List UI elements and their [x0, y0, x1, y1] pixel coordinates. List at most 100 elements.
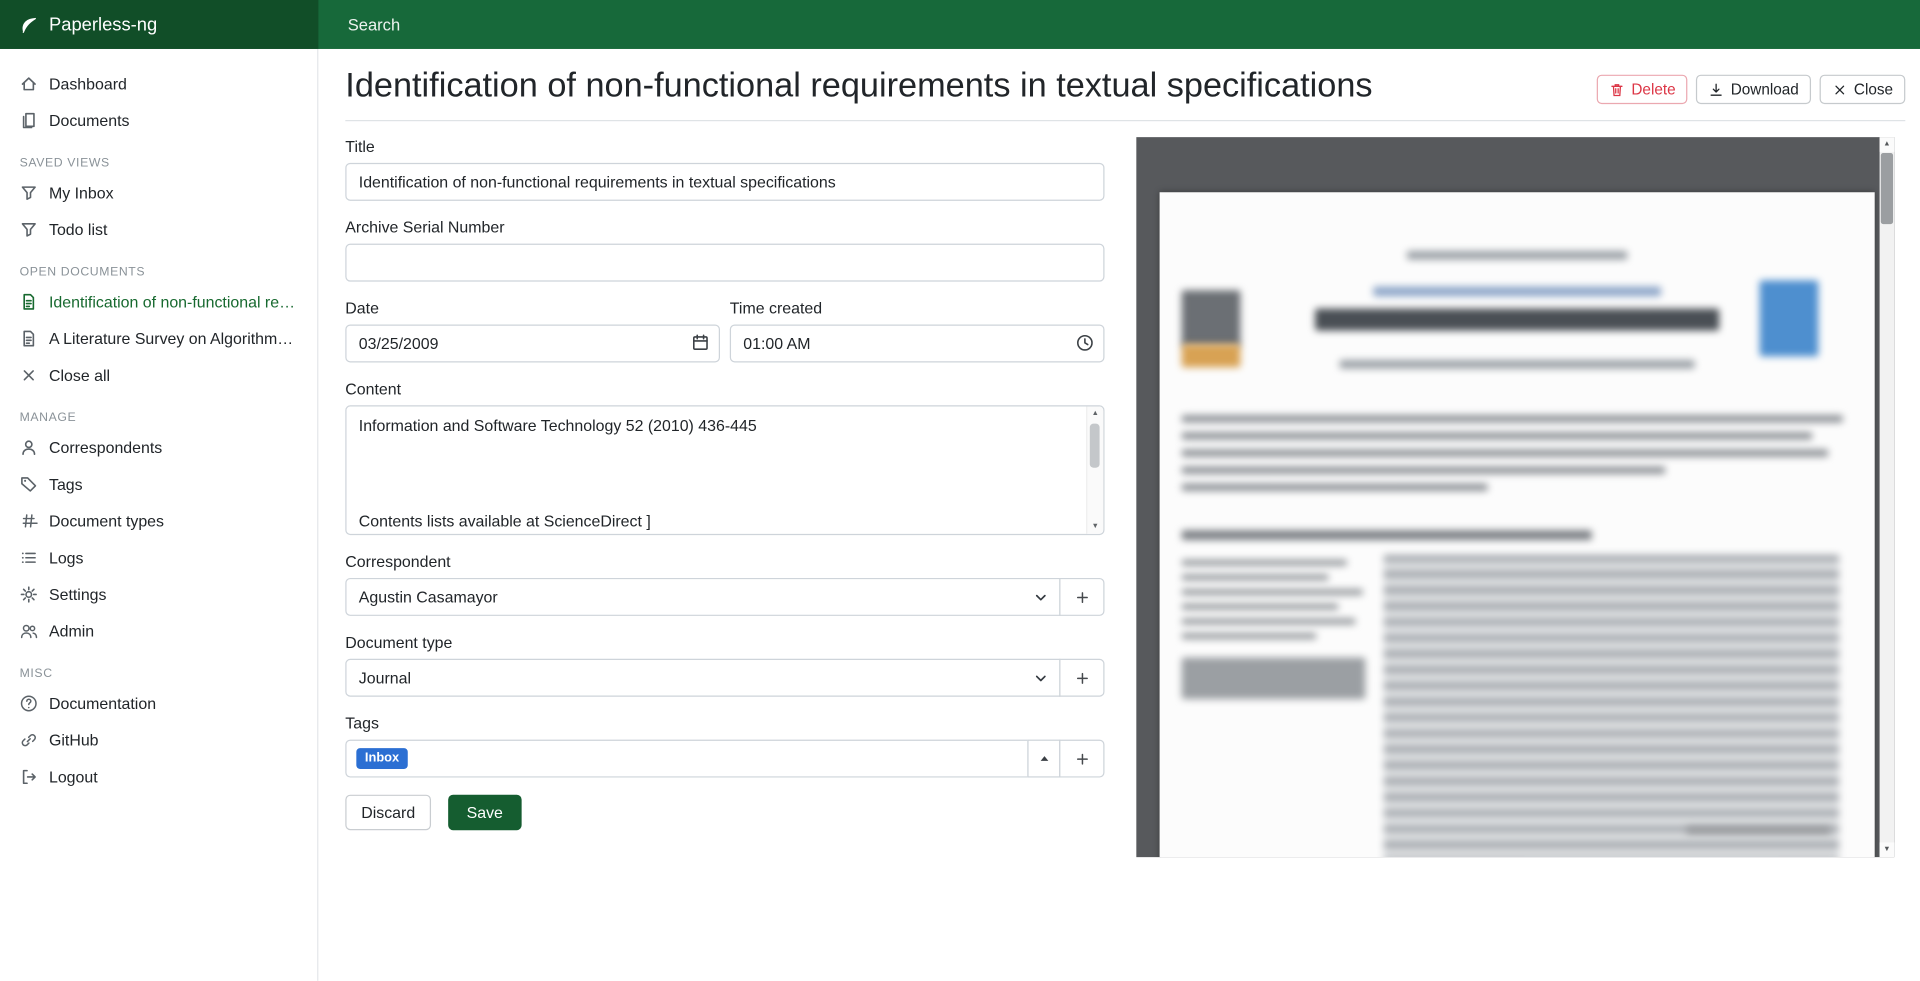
document-type-select[interactable]: Journal: [345, 659, 1060, 697]
correspondent-select[interactable]: Agustin Casamayor: [345, 578, 1060, 616]
content-scrollbar[interactable]: ▲ ▼: [1086, 407, 1103, 534]
scroll-down-arrow[interactable]: ▼: [1880, 842, 1895, 857]
document-preview[interactable]: ▲ ▼: [1136, 137, 1894, 857]
scroll-down-arrow[interactable]: ▼: [1087, 519, 1103, 534]
correspondent-value: Agustin Casamayor: [359, 588, 498, 606]
sidebar-item-label: A Literature Survey on Algorithms for Mu…: [49, 329, 298, 347]
form-actions: Discard Save: [345, 795, 1104, 831]
sidebar-item-label: My Inbox: [49, 183, 114, 201]
link-icon: [20, 730, 38, 748]
content-label: Content: [345, 380, 1104, 398]
document-type-value: Journal: [359, 669, 411, 687]
trash-icon: [1609, 81, 1625, 97]
sidebar-item-label: Dashboard: [49, 74, 127, 92]
calendar-icon[interactable]: [691, 333, 711, 353]
file-text-icon: [20, 292, 38, 310]
sidebar-item-logout[interactable]: Logout: [0, 758, 317, 795]
list-icon: [20, 548, 38, 566]
sidebar-item-todo-list[interactable]: Todo list: [0, 211, 317, 248]
box-arrow-right-icon: [20, 767, 38, 785]
blurred-text-line: [1182, 574, 1329, 580]
tags-input[interactable]: Inbox: [345, 740, 1028, 778]
blurred-journal-logo-accent: [1182, 344, 1241, 367]
add-document-type-button[interactable]: [1059, 659, 1104, 697]
header-divider: [345, 120, 1905, 121]
blurred-text-line: [1686, 827, 1830, 834]
sidebar-item-logs[interactable]: Logs: [0, 539, 317, 576]
header-actions: Delete Download Close: [1597, 75, 1905, 104]
scroll-thumb[interactable]: [1881, 153, 1893, 224]
search-input[interactable]: [318, 0, 1920, 50]
sidebar-section-manage: MANAGE: [20, 411, 298, 424]
blurred-heading-line: [1182, 530, 1592, 540]
blurred-text-line: [1182, 415, 1843, 422]
delete-button-label: Delete: [1631, 81, 1675, 98]
blurred-text-line: [1182, 604, 1339, 610]
archive-serial-number-input[interactable]: [345, 244, 1104, 282]
preview-scrollbar[interactable]: ▲ ▼: [1880, 137, 1895, 857]
sidebar-item-my-inbox[interactable]: My Inbox: [0, 174, 317, 211]
discard-button[interactable]: Discard: [345, 795, 431, 831]
gear-icon: [20, 585, 38, 603]
sidebar-item-open-document-2[interactable]: A Literature Survey on Algorithms for Mu…: [0, 320, 317, 357]
search-bar: [318, 0, 1920, 49]
app-window: Paperless-ng Dashboard Documents SAVED V…: [0, 0, 1920, 981]
sidebar-item-close-all[interactable]: Close all: [0, 356, 317, 393]
sidebar-item-label: Identification of non-functional require…: [49, 292, 298, 310]
blurred-text-line: [1407, 251, 1627, 260]
sidebar-item-documentation[interactable]: Documentation: [0, 684, 317, 721]
blurred-text-line: [1182, 589, 1363, 595]
pdf-page: [1160, 192, 1875, 857]
sidebar-item-tags[interactable]: Tags: [0, 465, 317, 502]
blurred-link-line: [1373, 287, 1661, 297]
close-button[interactable]: Close: [1820, 75, 1906, 104]
sidebar-item-settings[interactable]: Settings: [0, 576, 317, 613]
title-label: Title: [345, 137, 1104, 155]
blurred-body-text-block: [1384, 555, 1840, 857]
correspondent-label: Correspondent: [345, 552, 1104, 570]
blurred-text-line: [1182, 467, 1666, 474]
sidebar-item-document-types[interactable]: Document types: [0, 502, 317, 539]
sidebar-item-label: GitHub: [49, 730, 99, 748]
sidebar: Dashboard Documents SAVED VIEWS My Inbox…: [0, 49, 318, 981]
blurred-text-line: [1182, 432, 1813, 439]
save-button[interactable]: Save: [448, 795, 521, 831]
tags-label: Tags: [345, 714, 1104, 732]
tag-icon: [20, 474, 38, 492]
sidebar-item-dashboard[interactable]: Dashboard: [0, 65, 317, 102]
sidebar-item-admin[interactable]: Admin: [0, 612, 317, 649]
download-button[interactable]: Download: [1696, 75, 1811, 104]
plus-icon: [1073, 588, 1090, 605]
add-tag-button[interactable]: [1059, 740, 1104, 778]
person-icon: [20, 438, 38, 456]
tags-dropup-button[interactable]: [1027, 740, 1060, 778]
delete-button[interactable]: Delete: [1597, 75, 1688, 104]
sidebar-item-correspondents[interactable]: Correspondents: [0, 429, 317, 466]
sidebar-item-github[interactable]: GitHub: [0, 721, 317, 758]
clock-icon[interactable]: [1075, 333, 1095, 353]
funnel-icon: [20, 220, 38, 238]
content-textarea[interactable]: Information and Software Technology 52 (…: [345, 405, 1104, 535]
scroll-thumb[interactable]: [1090, 424, 1100, 468]
files-icon: [20, 111, 38, 129]
sidebar-item-documents[interactable]: Documents: [0, 102, 317, 139]
add-correspondent-button[interactable]: [1059, 578, 1104, 616]
date-input[interactable]: [345, 324, 720, 362]
main-content: Identification of non-functional require…: [320, 49, 1920, 981]
sidebar-item-label: Document types: [49, 511, 164, 529]
chevron-down-icon: [1032, 670, 1049, 687]
sidebar-section-saved-views: SAVED VIEWS: [20, 157, 298, 170]
date-label: Date: [345, 299, 720, 317]
sidebar-item-label: Logout: [49, 767, 98, 785]
time-created-input[interactable]: [730, 324, 1105, 362]
scroll-up-arrow[interactable]: ▲: [1880, 137, 1895, 152]
sidebar-item-label: Logs: [49, 548, 84, 566]
hash-icon: [20, 511, 38, 529]
sidebar-item-open-document-1[interactable]: Identification of non-functional require…: [0, 283, 317, 320]
blurred-text-line: [1182, 449, 1829, 456]
title-input[interactable]: [345, 163, 1104, 201]
app-brand[interactable]: Paperless-ng: [0, 0, 318, 49]
scroll-up-arrow[interactable]: ▲: [1087, 407, 1103, 422]
tag-chip-inbox[interactable]: Inbox: [356, 748, 407, 768]
blurred-text-line: [1182, 633, 1317, 639]
